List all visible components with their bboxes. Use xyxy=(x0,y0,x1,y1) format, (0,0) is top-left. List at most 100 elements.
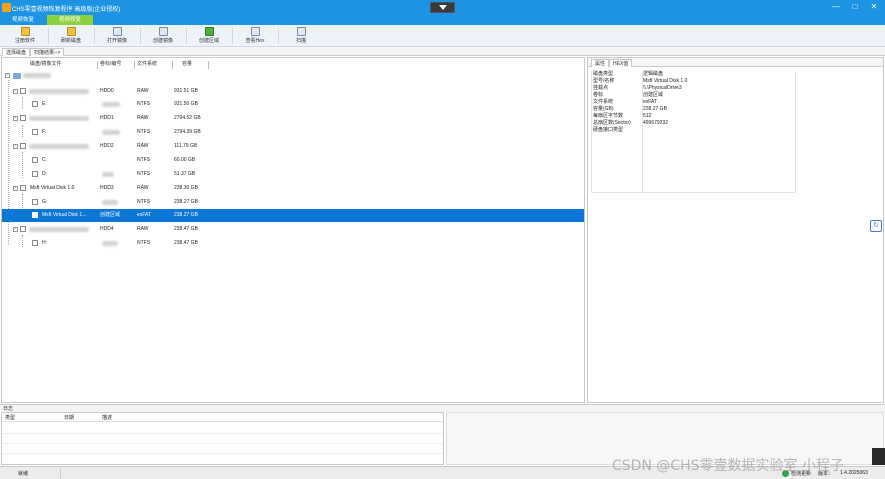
partition-icon xyxy=(32,171,38,177)
log-row-line xyxy=(2,433,443,434)
tab-properties[interactable]: 属性 xyxy=(591,59,610,67)
partition-row[interactable]: C: NTFS 60.00 GB xyxy=(2,154,584,167)
disk-filesystem: RAW xyxy=(137,88,149,94)
collapse-toggle[interactable]: - xyxy=(13,116,18,121)
partition-size: 60.00 GB xyxy=(174,157,196,163)
partition-icon xyxy=(32,199,38,205)
redacted-name xyxy=(29,116,89,121)
log-column-date[interactable]: 日期 xyxy=(64,414,74,422)
disk-icon xyxy=(20,88,26,94)
collapse-toggle[interactable]: - xyxy=(5,73,10,78)
minimize-button[interactable]: — xyxy=(830,1,842,13)
redacted-label xyxy=(102,200,118,205)
log-column-description[interactable]: 描述 xyxy=(102,414,112,422)
tab-select-disk[interactable]: 选择磁盘 xyxy=(2,48,31,56)
scan-icon xyxy=(296,27,306,36)
column-filesystem[interactable]: 文件系统 xyxy=(137,60,157,69)
property-row: 挂载点 \\.\PhysicalDrive3 xyxy=(591,85,796,92)
partition-filesystem: NTFS xyxy=(137,101,151,107)
subtab-bar: 选择磁盘 扫描结果--> xyxy=(0,47,885,56)
partition-row-selected[interactable]: Msft Virtual Disk 1... 创建区域 exFAT 238.27… xyxy=(2,209,584,222)
create-image-button[interactable]: 创建镜像 xyxy=(142,26,184,46)
log-row-line xyxy=(2,453,443,454)
partition-icon xyxy=(32,240,38,246)
partition-row[interactable]: D: NTFS 51.37 GB xyxy=(2,168,584,181)
tree-root[interactable]: - xyxy=(2,71,584,80)
property-row: 每扇区字节数 512 xyxy=(591,113,796,120)
maximize-button[interactable]: □ xyxy=(849,1,861,13)
collapse-toggle[interactable]: - xyxy=(13,186,18,191)
partition-icon xyxy=(32,157,38,163)
status-text: 就绪 xyxy=(18,471,29,477)
partition-filesystem: NTFS xyxy=(137,157,151,163)
partition-size: 51.37 GB xyxy=(174,171,196,177)
view-hex-button[interactable]: 查看Hex xyxy=(234,26,276,46)
disk-row[interactable]: - HDD4 RAW 238.47 GB xyxy=(2,223,584,236)
disk-size: 111.79 GB xyxy=(174,143,198,149)
toolbar-divider xyxy=(278,28,279,44)
version-value: 1.4.2025063 xyxy=(840,470,868,476)
title-bar: CHS零壹视频恢复程序 高级版(企业授权) — □ ✕ xyxy=(0,0,885,15)
partition-row[interactable]: E: NTFS 931.50 GB xyxy=(2,98,584,111)
property-key: 卷标 xyxy=(593,92,604,98)
view-hex-icon xyxy=(250,27,260,36)
title-dropdown-button[interactable] xyxy=(430,2,455,13)
open-image-button[interactable]: 打开镜像 xyxy=(96,26,138,46)
view-hex-label: 查看Hex xyxy=(245,38,265,44)
partition-filesystem: NTFS xyxy=(137,199,151,205)
create-region-button[interactable]: 创建区域 xyxy=(188,26,230,46)
scan-button[interactable]: 扫描 xyxy=(280,26,322,46)
property-value: exFAT xyxy=(643,99,658,105)
redacted-label xyxy=(102,130,120,135)
tab-hex-value[interactable]: HEX值 xyxy=(609,59,633,67)
tab-video-repair[interactable]: 视频修复 xyxy=(47,15,93,25)
partition-filesystem: NTFS xyxy=(137,129,151,135)
register-button[interactable]: 注册软件 xyxy=(4,26,46,46)
refresh-disk-button[interactable]: 刷新磁盘 xyxy=(50,26,92,46)
partition-label: 创建区域 xyxy=(100,212,121,218)
toolbar-divider xyxy=(94,28,95,44)
log-section-label: 日志 xyxy=(0,404,885,412)
property-row: 型号/名称 Msft Virtual Disk 1.0 xyxy=(591,78,796,85)
tab-scan-results[interactable]: 扫描结果--> xyxy=(30,48,65,56)
log-row-line xyxy=(2,443,443,444)
redacted-name xyxy=(23,73,51,78)
property-key: 挂载点 xyxy=(593,85,609,91)
floating-assistant-icon[interactable]: ↻ xyxy=(870,220,882,232)
close-button[interactable]: ✕ xyxy=(868,1,880,13)
partition-row[interactable]: G: NTFS 238.27 GB xyxy=(2,196,584,209)
partition-row[interactable]: H: NTFS 238.47 GB xyxy=(2,237,584,250)
partition-filesystem: exFAT xyxy=(137,212,152,218)
log-column-type[interactable]: 类型 xyxy=(5,414,15,422)
disk-size: 931.51 GB xyxy=(174,88,198,94)
property-key: 总扇区数(Sector) xyxy=(593,120,631,126)
disk-row[interactable]: - Msft Virtual Disk 1.0 HDD3 RAW 238.30 … xyxy=(2,182,584,195)
partition-name: H: xyxy=(42,240,47,246)
watermark-text: CSDN @CHS零壹数据实验室 小程子 xyxy=(612,458,845,474)
disk-icon xyxy=(20,115,26,121)
column-capacity[interactable]: 容量 xyxy=(182,60,192,69)
toolbar-divider xyxy=(232,28,233,44)
create-region-label: 创建区域 xyxy=(198,38,219,44)
disk-table-header: 磁盘/镜像文件 卷标/编号 文件系统 容量 xyxy=(2,60,209,69)
disk-size: 238.47 GB xyxy=(174,226,198,232)
tab-video-recovery[interactable]: 视频恢复 xyxy=(0,15,46,25)
partition-row[interactable]: F: NTFS 2794.39 GB xyxy=(2,126,584,139)
column-divider xyxy=(172,61,173,69)
column-disk-image[interactable]: 磁盘/镜像文件 xyxy=(30,60,61,69)
collapse-toggle[interactable]: - xyxy=(13,227,18,232)
partition-name: E: xyxy=(42,101,47,107)
column-divider xyxy=(97,61,98,69)
disk-row[interactable]: - HDD2 RAW 111.79 GB xyxy=(2,140,584,153)
disk-row[interactable]: - HDD1 RAW 2794.52 GB xyxy=(2,112,584,125)
properties-tab-bar: 属性 HEX值 xyxy=(588,58,883,67)
toolbar-divider xyxy=(140,28,141,44)
disk-id: HDD3 xyxy=(100,185,114,191)
collapse-toggle[interactable]: - xyxy=(13,89,18,94)
column-volume-id[interactable]: 卷标/编号 xyxy=(100,60,121,69)
partition-size: 2794.39 GB xyxy=(174,129,201,135)
collapse-toggle[interactable]: - xyxy=(13,144,18,149)
disk-row[interactable]: - HDD0 RAW 931.51 GB xyxy=(2,85,584,98)
redacted-label xyxy=(102,172,114,177)
property-row: 文件系统 exFAT xyxy=(591,99,796,106)
